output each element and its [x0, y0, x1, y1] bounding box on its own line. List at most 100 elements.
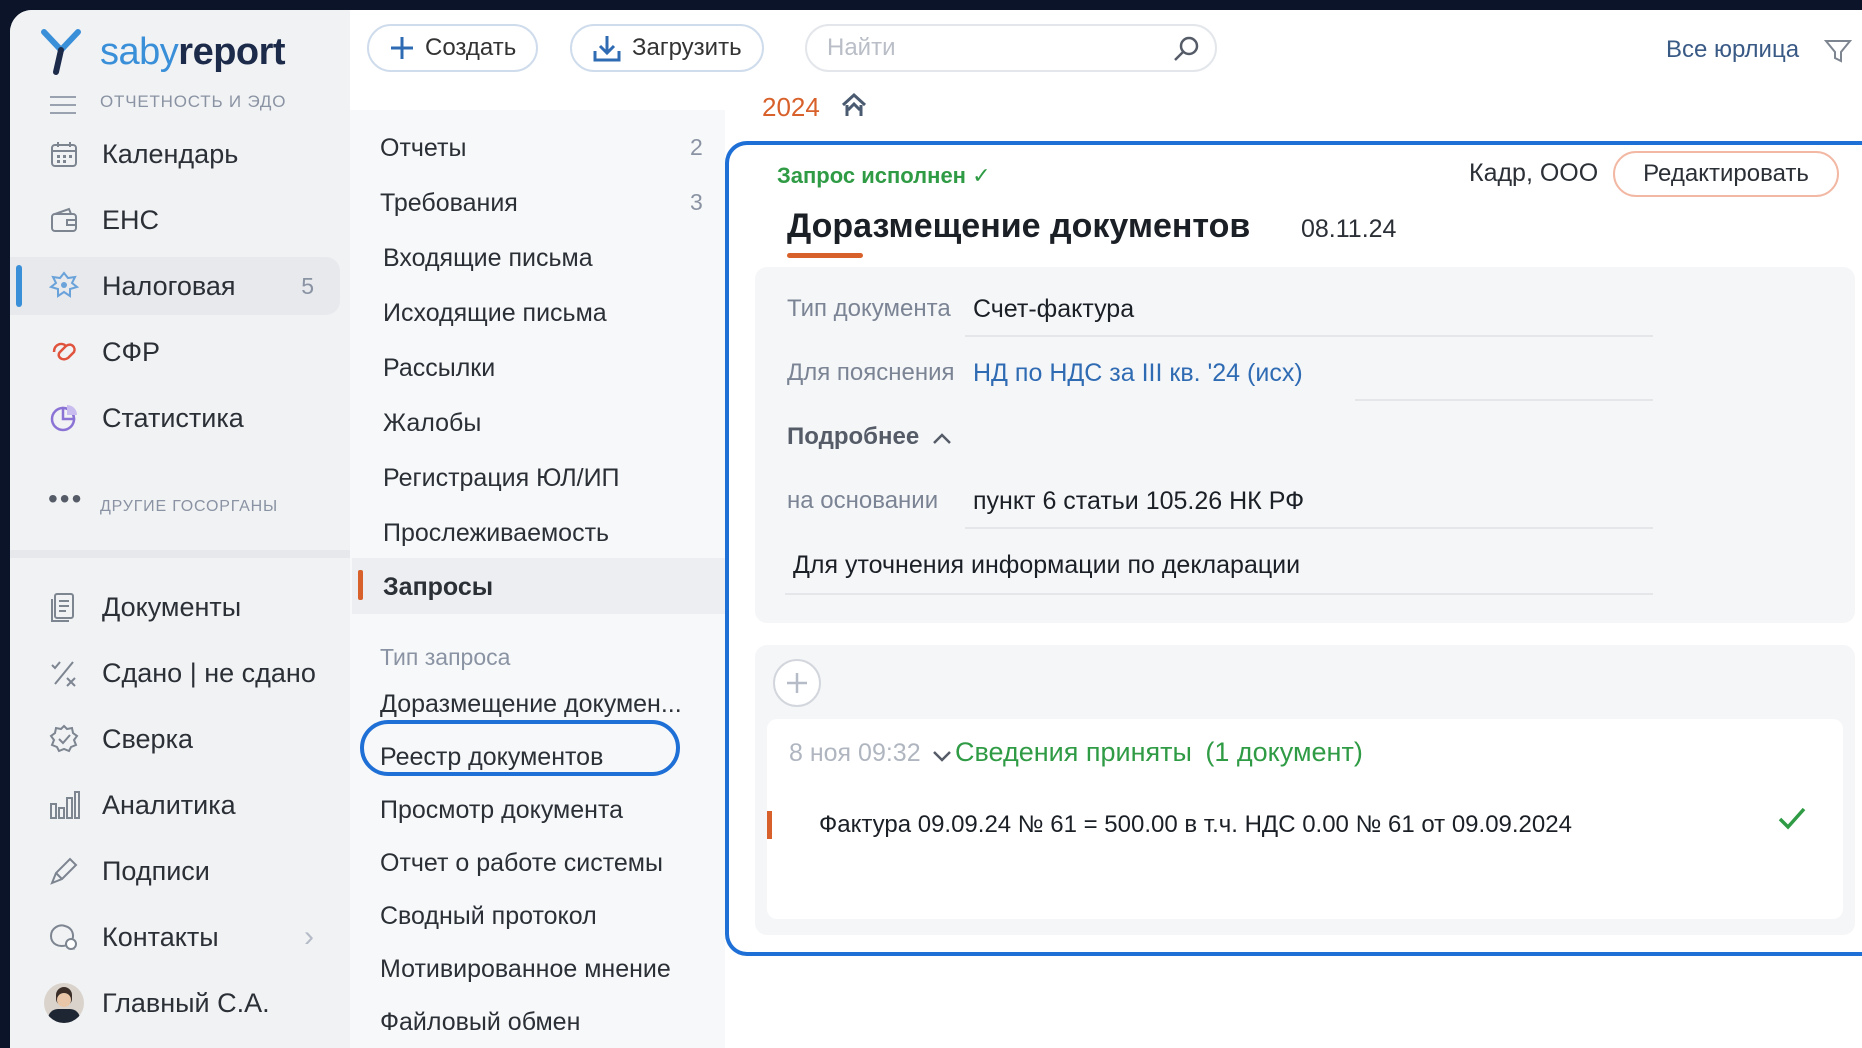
emblem-icon: [44, 266, 84, 306]
basis-field[interactable]: пункт 6 статьи 105.26 НК РФ: [973, 487, 1304, 516]
plus-icon: [787, 673, 807, 693]
sidebar-item-analytics[interactable]: Аналитика: [10, 776, 340, 834]
sidebar-item-calendar[interactable]: Календарь: [10, 125, 340, 183]
more-dots-icon[interactable]: •••: [48, 485, 83, 513]
plus-icon: [389, 35, 415, 61]
sidebar-item-label: Статистика: [102, 402, 244, 433]
event-card: 8 ноя 09:32 Сведения приняты (1 документ…: [767, 719, 1843, 919]
sidebar-item-submitted[interactable]: Сдано | не сдано: [10, 644, 340, 702]
explanation-link[interactable]: НД по НДС за III кв. '24 (исх): [973, 359, 1303, 388]
signature-icon: [44, 851, 84, 891]
section-label-main: ОТЧЕТНОСТЬ И ЭДО: [100, 92, 287, 111]
search-input[interactable]: [827, 34, 1157, 62]
bar-chart-icon: [44, 785, 84, 825]
sidebar: sabyreport ОТЧЕТНОСТЬ И ЭДО Календарь ЕН…: [10, 10, 350, 1048]
sidebar-item-ens[interactable]: ЕНС: [10, 191, 340, 249]
create-button[interactable]: Создать: [367, 24, 539, 72]
sidebar-item-label: Главный С.А.: [102, 987, 270, 1018]
sidebar-divider: [10, 550, 350, 558]
explanation-label: Для пояснения: [787, 359, 955, 386]
list-item-registration[interactable]: Регистрация ЮЛ/ИП: [383, 464, 620, 493]
sidebar-item-label: СФР: [102, 336, 161, 367]
list-item-count: 3: [690, 189, 703, 215]
sidebar-item-contacts[interactable]: Контакты ›: [10, 908, 340, 966]
event-title-text: Сведения приняты: [955, 737, 1192, 767]
sidebar-item-label: Сдано | не сдано: [102, 657, 316, 688]
list-item-type-view[interactable]: Просмотр документа: [380, 796, 623, 825]
sidebar-item-reconcile[interactable]: Сверка: [10, 710, 340, 768]
avatar-wrap: [44, 983, 84, 1023]
event-marker: [767, 811, 772, 839]
year-breadcrumb[interactable]: 2024: [762, 92, 820, 123]
sidebar-item-label: Подписи: [102, 855, 210, 886]
sfr-icon: [44, 332, 84, 372]
search-icon[interactable]: [1171, 34, 1201, 69]
list-item-type-opinion[interactable]: Мотивированное мнение: [380, 955, 671, 984]
upload-button[interactable]: Загрузить: [570, 24, 764, 72]
event-title: Сведения приняты (1 документ): [955, 737, 1363, 768]
list-item-incoming[interactable]: Входящие письма: [383, 244, 593, 273]
submitted-icon: [44, 653, 84, 693]
basis-label: на основании: [787, 487, 939, 514]
reconcile-icon: [44, 719, 84, 759]
list-item-type-summary[interactable]: Сводный протокол: [380, 902, 597, 931]
list-item-traceability[interactable]: Прослеживаемость: [383, 519, 609, 548]
list-item-type-system-report[interactable]: Отчет о работе системы: [380, 849, 663, 878]
sidebar-item-sfr[interactable]: СФР: [10, 323, 340, 381]
list-item-mailings[interactable]: Рассылки: [383, 354, 495, 383]
event-title-count: (1 документ): [1205, 737, 1363, 767]
home-icon[interactable]: [840, 92, 868, 123]
logo[interactable]: sabyreport: [40, 24, 286, 80]
list-item-complaints[interactable]: Жалобы: [383, 409, 481, 438]
title-underline: [787, 253, 863, 258]
hamburger-icon[interactable]: [50, 96, 76, 114]
sidebar-item-label: Документы: [102, 591, 242, 622]
list-item-type-registry[interactable]: Реестр документов: [380, 743, 603, 772]
section-label-other: ДРУГИЕ ГОСОРГАНЫ: [100, 498, 278, 515]
contacts-icon: [44, 917, 84, 957]
doc-type-field[interactable]: Счет-фактура: [973, 295, 1134, 324]
logo-text: sabyreport: [100, 30, 286, 73]
event-time[interactable]: 8 ноя 09:32: [789, 739, 952, 769]
events-section: 8 ноя 09:32 Сведения приняты (1 документ…: [755, 645, 1855, 935]
document-fields-card: Тип документа Счет-фактура Для пояснения…: [755, 267, 1855, 623]
document-date: 08.11.24: [1301, 215, 1397, 243]
entity-filter[interactable]: Все юрлица: [1666, 36, 1799, 64]
sidebar-item-statistics[interactable]: Статистика: [10, 389, 340, 447]
check-icon: [1777, 805, 1807, 836]
edit-button[interactable]: Редактировать: [1613, 151, 1839, 197]
add-event-button[interactable]: [773, 659, 821, 707]
list-item-outgoing[interactable]: Исходящие письма: [383, 299, 607, 328]
page-title: Доразмещение документов: [787, 207, 1251, 245]
note-text[interactable]: Для уточнения информации по декларации: [793, 551, 1300, 580]
sidebar-item-signatures[interactable]: Подписи: [10, 842, 340, 900]
doc-type-label: Тип документа: [787, 295, 951, 322]
sidebar-item-tax[interactable]: Налоговая 5: [10, 257, 340, 315]
calendar-icon: [44, 134, 84, 174]
list-item-type-file-exchange[interactable]: Файловый обмен: [380, 1008, 580, 1037]
sidebar-item-label: Аналитика: [102, 789, 236, 820]
sidebar-item-label: Контакты: [102, 921, 219, 952]
list-item-requirements[interactable]: Требования: [380, 189, 518, 218]
list-item-type-placement[interactable]: Доразмещение докумен...: [380, 690, 682, 719]
download-icon: [592, 33, 622, 63]
sidebar-item-count: 5: [301, 272, 314, 299]
filter-icon[interactable]: [1823, 38, 1853, 69]
chevron-up-icon: [932, 424, 952, 452]
documents-icon: [44, 587, 84, 627]
status-badge: Запрос исполнен ✓: [777, 163, 991, 188]
list-item-reports[interactable]: Отчеты: [380, 134, 466, 163]
company-name[interactable]: Кадр, ООО: [1469, 159, 1598, 188]
chevron-down-icon: [932, 740, 952, 769]
sidebar-item-profile[interactable]: Главный С.А.: [10, 974, 340, 1032]
wallet-icon: [44, 200, 84, 240]
sidebar-item-documents[interactable]: Документы: [10, 578, 340, 636]
event-document-line[interactable]: Фактура 09.09.24 № 61 = 500.00 в т.ч. НД…: [819, 811, 1572, 839]
list-item-requests[interactable]: Запросы: [383, 573, 493, 602]
chevron-right-icon[interactable]: ›: [304, 920, 314, 954]
more-toggle[interactable]: Подробнее: [787, 423, 952, 452]
search-box[interactable]: [805, 24, 1217, 72]
avatar: [44, 983, 84, 1023]
upload-button-label: Загрузить: [632, 34, 742, 61]
sidebar-item-label: Сверка: [102, 723, 193, 754]
